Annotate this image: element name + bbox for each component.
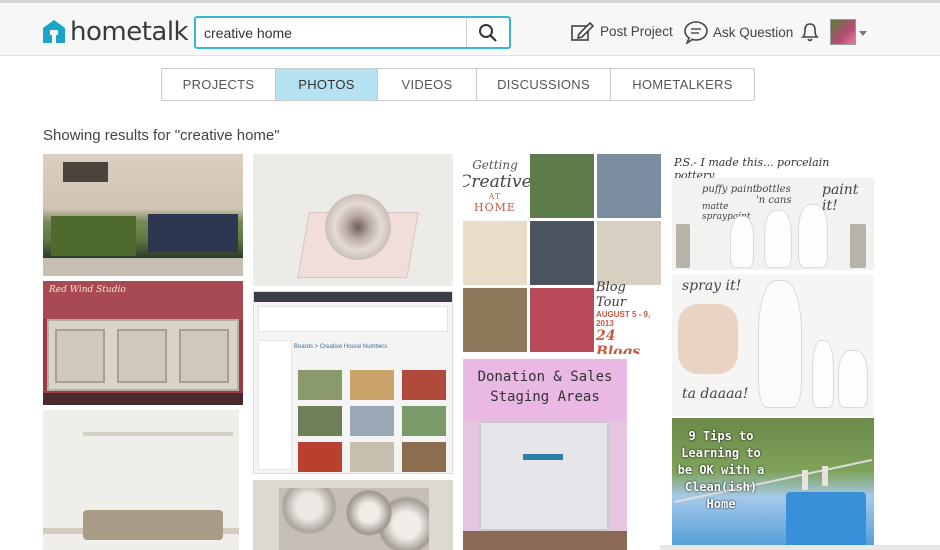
result-tabs: PROJECTS PHOTOS VIDEOS DISCUSSIONS HOMET… <box>161 68 755 101</box>
speech-bubble-icon <box>684 21 708 44</box>
photo-tile-porcelain-pottery[interactable]: P.S.- I made this... porcelain pottery p… <box>672 154 874 416</box>
search-icon <box>479 23 497 42</box>
ask-question-label: Ask Question <box>713 24 794 40</box>
chevron-down-icon[interactable] <box>859 31 867 36</box>
tab-projects[interactable]: PROJECTS <box>162 69 276 100</box>
tab-videos[interactable]: VIDEOS <box>378 69 477 100</box>
tab-discussions[interactable]: DISCUSSIONS <box>477 69 611 100</box>
search-input[interactable] <box>196 18 466 47</box>
results-label: Showing results for "creative home" <box>43 127 280 144</box>
hometalk-logo[interactable]: hometalk <box>42 15 189 49</box>
search-button[interactable] <box>466 18 509 47</box>
photo-tile-blog-tour-collage[interactable]: Getting Creative AT HOME Blog Tour AUGUS… <box>463 154 661 354</box>
top-bar: hometalk Post Project Ask Question <box>0 0 940 56</box>
photo-tile-staging-areas[interactable]: Donation & Sales Staging Areas <box>463 359 627 550</box>
tile-caption: Donation & Sales Staging Areas <box>477 369 613 405</box>
house-logo-icon <box>43 20 65 43</box>
tile-breadcrumb: Boards > Creative House Numbers <box>294 344 388 350</box>
edit-icon <box>571 21 595 41</box>
tile-caption: 9 Tips to Learning to be OK with a Clean… <box>677 429 765 511</box>
photo-tile-clean-home-tips[interactable]: 9 Tips to Learning to be OK with a Clean… <box>672 418 874 550</box>
photo-tile-daybeds[interactable] <box>43 154 243 276</box>
logo-text: hometalk <box>70 17 189 47</box>
user-avatar[interactable] <box>830 19 856 45</box>
blog-tour-label: Blog Tour AUGUST 5 - 9, 2013 24 Blogs <box>596 280 651 354</box>
bell-icon[interactable] <box>799 21 821 43</box>
post-project-button[interactable]: Post Project <box>570 20 673 42</box>
photo-tile-painted-dresser[interactable]: Red Wind Studio <box>43 281 243 405</box>
collage-title: Getting Creative AT HOME <box>463 158 532 214</box>
bottom-bar-stub <box>660 545 940 550</box>
photo-tile-paper-rose[interactable] <box>253 154 453 286</box>
tab-hometalkers[interactable]: HOMETALKERS <box>611 69 754 100</box>
photo-tile-hanging-rack[interactable] <box>43 410 239 550</box>
search-box <box>194 16 511 49</box>
ask-question-button[interactable]: Ask Question <box>683 20 793 44</box>
post-project-label: Post Project <box>600 23 673 39</box>
photo-tile-house-numbers-board[interactable]: Boards > Creative House Numbers <box>253 291 453 474</box>
tile-watermark: Red Wind Studio <box>49 285 126 295</box>
tab-photos[interactable]: PHOTOS <box>276 69 378 100</box>
photo-tile-paper-flower-frame[interactable] <box>253 480 453 550</box>
